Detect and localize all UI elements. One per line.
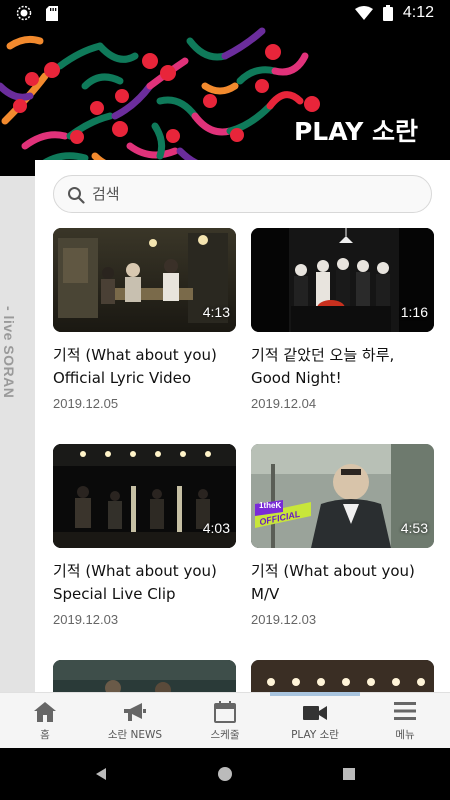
search-icon xyxy=(68,187,85,204)
home-button-icon[interactable] xyxy=(217,766,233,782)
calendar-icon xyxy=(214,701,236,723)
status-bar: 4:12 xyxy=(0,0,450,26)
badge-brand: 1theK xyxy=(259,501,282,510)
battery-icon xyxy=(382,5,393,21)
bottom-nav: 홈 소란 NEWS 스케줄 PLAY 소란 메뉴 xyxy=(0,692,450,748)
video-card[interactable]: 1:16 기적 같았던 오늘 하루, Good Night! 2019.12.0… xyxy=(251,228,434,411)
system-nav-bar xyxy=(0,748,450,800)
nav-label: PLAY 소란 xyxy=(291,729,339,741)
side-rail: - live SORAN xyxy=(0,176,35,692)
back-icon[interactable] xyxy=(94,767,108,781)
nav-label: 소란 NEWS xyxy=(107,729,163,741)
video-card[interactable]: 4:13 기적 (What about you) Official Lyric … xyxy=(53,228,236,411)
video-thumbnail[interactable]: 4:13 xyxy=(53,228,236,332)
side-rail-label: - live SORAN xyxy=(1,306,17,399)
video-thumbnail[interactable]: 1theK OFFICIAL 4:53 xyxy=(251,444,434,548)
video-card[interactable] xyxy=(251,660,434,692)
video-date: 2019.12.03 xyxy=(251,612,317,627)
nav-label: 홈 xyxy=(40,729,50,741)
status-left xyxy=(16,5,58,21)
video-thumbnail[interactable]: 4:03 xyxy=(53,444,236,548)
video-title[interactable]: 기적 (What about you) Official Lyric Video xyxy=(53,344,236,390)
header-banner: PLAY 소란 xyxy=(0,26,450,176)
video-date: 2019.12.04 xyxy=(251,396,317,411)
header-pattern xyxy=(0,27,320,171)
nav-label: 스케줄 xyxy=(210,729,240,741)
video-duration: 4:53 xyxy=(400,520,428,536)
nav-item-menu[interactable]: 메뉴 xyxy=(360,693,450,749)
home-icon xyxy=(34,702,56,722)
video-title[interactable]: 기적 (What about you) M/V xyxy=(251,560,434,606)
thumbnail-image xyxy=(251,660,434,692)
megaphone-icon xyxy=(124,703,146,721)
video-thumbnail[interactable]: 1:16 xyxy=(251,228,434,332)
video-title[interactable]: 기적 같았던 오늘 하루, Good Night! xyxy=(251,344,434,390)
nav-label: 메뉴 xyxy=(395,729,415,741)
video-date: 2019.12.05 xyxy=(53,396,119,411)
video-duration: 4:13 xyxy=(202,304,230,320)
video-title[interactable]: 기적 (What about you) Special Live Clip xyxy=(53,560,236,606)
official-badge: 1theK OFFICIAL xyxy=(253,500,313,530)
search-input[interactable] xyxy=(92,176,412,212)
video-camera-icon xyxy=(303,706,327,720)
nav-item-play[interactable]: PLAY 소란 xyxy=(270,693,360,749)
video-card[interactable] xyxy=(53,660,236,692)
video-thumbnail[interactable] xyxy=(251,660,434,692)
video-list-panel: 4:13 기적 (What about you) Official Lyric … xyxy=(35,160,450,692)
header-title: PLAY 소란 xyxy=(293,117,418,146)
thumbnail-image xyxy=(53,660,236,692)
nav-item-schedule[interactable]: 스케줄 xyxy=(180,693,270,749)
video-card[interactable]: 4:03 기적 (What about you) Special Live Cl… xyxy=(53,444,236,627)
nav-item-news[interactable]: 소란 NEWS xyxy=(90,693,180,749)
record-icon xyxy=(16,5,32,21)
video-duration: 4:03 xyxy=(202,520,230,536)
wifi-icon xyxy=(354,6,373,20)
nav-item-home[interactable]: 홈 xyxy=(0,693,90,749)
search-bar[interactable] xyxy=(53,175,432,213)
video-card[interactable]: 1theK OFFICIAL 4:53 기적 (What about you) … xyxy=(251,444,434,627)
recents-icon[interactable] xyxy=(342,767,356,781)
video-date: 2019.12.03 xyxy=(53,612,119,627)
video-thumbnail[interactable] xyxy=(53,660,236,692)
video-duration: 1:16 xyxy=(400,304,428,320)
status-time: 4:12 xyxy=(402,4,434,21)
menu-icon xyxy=(394,702,416,720)
status-right: 4:12 xyxy=(354,4,434,22)
sd-card-icon xyxy=(46,5,58,21)
